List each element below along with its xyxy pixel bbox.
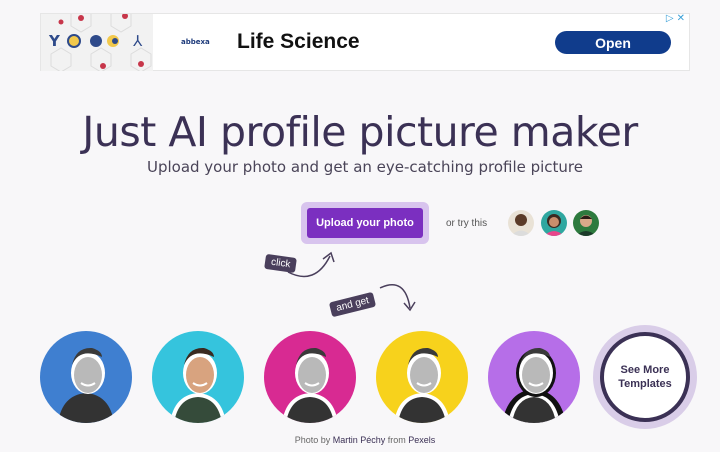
sample-photo-3[interactable]: [573, 210, 599, 236]
ad-open-button[interactable]: Open: [555, 31, 671, 54]
upload-button-frame: Upload your photo: [301, 202, 429, 244]
credit-prefix: Photo by: [294, 435, 331, 445]
credit-author-link[interactable]: Martin Péchy: [333, 435, 386, 445]
see-more-label[interactable]: See More Templates: [615, 363, 675, 391]
page-subtitle: Upload your photo and get an eye-catchin…: [146, 158, 584, 176]
svg-text:Y: Y: [48, 32, 61, 50]
or-try-this-label: or try this: [446, 218, 488, 229]
sample-photo-2[interactable]: [541, 210, 567, 236]
template-avatar-2[interactable]: [152, 331, 244, 423]
ad-image[interactable]: Y ⅄: [41, 14, 153, 71]
template-avatar-5[interactable]: [488, 331, 580, 423]
ad-title[interactable]: Life Science: [237, 30, 360, 54]
ad-banner[interactable]: Y ⅄ abbexa Life Science Open ▷ ✕: [40, 13, 690, 71]
credit-middle: from: [387, 435, 406, 445]
template-avatar-4[interactable]: [376, 331, 468, 423]
template-avatar-3[interactable]: [264, 331, 356, 423]
ad-close-icon[interactable]: ✕: [677, 14, 685, 24]
template-avatar-1[interactable]: [40, 331, 132, 423]
page-title: Just AI profile picture maker: [82, 108, 638, 156]
credit-source-link[interactable]: Pexels: [408, 435, 435, 445]
ad-info-icon[interactable]: ▷: [666, 14, 674, 24]
see-more-templates-button[interactable]: See More Templates: [593, 325, 697, 429]
photo-credit: Photo by Martin Péchy from Pexels: [0, 435, 720, 445]
upload-photo-button[interactable]: Upload your photo: [307, 208, 423, 238]
ad-brand[interactable]: abbexa: [181, 38, 210, 46]
see-more-ring[interactable]: See More Templates: [600, 332, 690, 422]
svg-text:⅄: ⅄: [132, 32, 143, 50]
ad-choices[interactable]: ▷ ✕: [666, 14, 685, 24]
sample-photo-1[interactable]: [508, 210, 534, 236]
